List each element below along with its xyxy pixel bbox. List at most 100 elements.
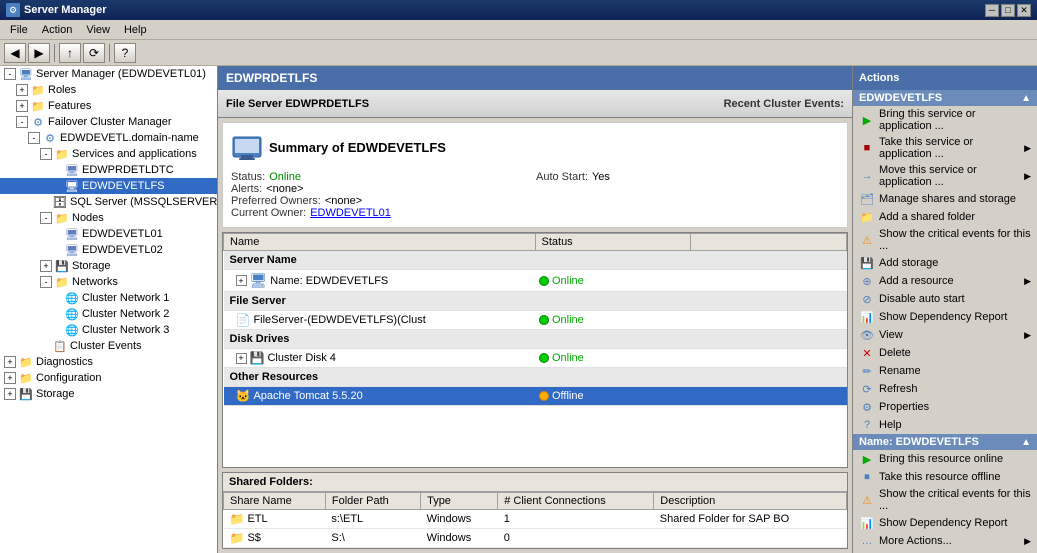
action-view[interactable]: 👁 View ▶ [853,326,1037,344]
resource-row-fileserver[interactable]: 📄 FileServer-(EDWDEVETLFS)(Clust Online [224,311,847,330]
tree-label-configuration: Configuration [36,372,101,384]
tree-item-sqlserver[interactable]: 🗄 SQL Server (MSSQLSERVER) [0,194,217,210]
tree-item-node2[interactable]: 🖥 EDWDEVETL02 [0,242,217,258]
action-bring-resource-online[interactable]: ▶ Bring this resource online [853,450,1037,468]
expand-icon-networks[interactable]: - [40,276,52,288]
expand-icon-diagnostics[interactable]: + [4,356,16,368]
back-button[interactable]: ◀ [4,43,26,63]
action-manage-shares[interactable]: 🗂 Manage shares and storage [853,190,1037,208]
action-show-critical-resource[interactable]: ⚠ Show the critical events for this ... [853,486,1037,514]
expand-icon-storage-top[interactable]: + [4,388,16,400]
action-rename[interactable]: ✏ Rename [853,362,1037,380]
tree-item-nodes[interactable]: - 📁 Nodes [0,210,217,226]
tree-item-root[interactable]: - 🖥 Server Manager (EDWDEVETL01) [0,66,217,82]
action-show-critical[interactable]: ⚠ Show the critical events for this ... [853,226,1037,254]
help-toolbar-button[interactable]: ? [114,43,136,63]
actions-section2-title[interactable]: Name: EDWDEVETLFS ▲ [853,434,1037,450]
expand-icon-root[interactable]: - [4,68,16,80]
expand-icon-domain[interactable]: - [28,132,40,144]
title-bar: ⚙ Server Manager ─ □ ✕ [0,0,1037,20]
action-show-critical-label: Show the critical events for this ... [879,228,1031,252]
action-show-dependency[interactable]: 📊 Show Dependency Report [853,308,1037,326]
tomcat-icon: 🐱 [236,389,251,403]
minimize-button[interactable]: ─ [985,4,999,17]
db-icon-sqlserver: 🗄 [52,195,68,209]
tree-item-networks[interactable]: - 📁 Networks [0,274,217,290]
actions-section1-title[interactable]: EDWDEVETLFS ▲ [853,90,1037,106]
action-delete[interactable]: ✕ Delete [853,344,1037,362]
add-resource-arrow: ▶ [1024,276,1031,287]
view-arrow: ▶ [1024,330,1031,341]
action-take-resource-offline[interactable]: ⏹ Take this resource offline [853,468,1037,486]
tree-item-storage-top[interactable]: + 💾 Storage [0,386,217,402]
tree-item-diagnostics[interactable]: + 📁 Diagnostics [0,354,217,370]
action-bring-service[interactable]: ▶ Bring this service or application ... [853,106,1037,134]
critical-resource-icon: ⚠ [859,493,875,507]
tree-item-node1[interactable]: 🖥 EDWDEVETL01 [0,226,217,242]
action-show-dependency-resource[interactable]: 📊 Show Dependency Report [853,514,1037,532]
refresh-toolbar-button[interactable]: ⟳ [83,43,105,63]
tree-item-edwdevetlfs[interactable]: 🖥 EDWDEVETLFS [0,178,217,194]
resource-row-servername[interactable]: + 🖥 Name: EDWDEVETLFS Online [224,270,847,292]
tree-item-net2[interactable]: 🌐 Cluster Network 2 [0,306,217,322]
tree-item-configuration[interactable]: + 📁 Configuration [0,370,217,386]
action-help[interactable]: ? Help [853,416,1037,434]
expand-server-name[interactable]: + [236,275,247,286]
tree-item-storage-cluster[interactable]: + 💾 Storage [0,258,217,274]
expand-icon-storage-cluster[interactable]: + [40,260,52,272]
tree-label-node1: EDWDEVETL01 [82,228,163,240]
expand-icon-nodes[interactable]: - [40,212,52,224]
folder-icon-nodes: 📁 [54,211,70,225]
expand-disk[interactable]: + [236,353,247,364]
fileserver-text: FileServer-(EDWDEVETLFS)(Clust [253,314,425,326]
tree-item-failover[interactable]: - ⚙ Failover Cluster Manager [0,114,217,130]
action-add-storage[interactable]: 💾 Add storage [853,254,1037,272]
expand-icon-configuration[interactable]: + [4,372,16,384]
tree-item-services[interactable]: - 📁 Services and applications [0,146,217,162]
tree-item-net3[interactable]: 🌐 Cluster Network 3 [0,322,217,338]
close-button[interactable]: ✕ [1017,4,1031,17]
expand-icon-failover[interactable]: - [16,116,28,128]
action-add-resource[interactable]: ⊕ Add a resource ▶ [853,272,1037,290]
owner-value[interactable]: EDWDEVETL01 [310,207,391,219]
action-more-actions[interactable]: … More Actions... ▶ [853,532,1037,550]
action-add-shared-folder[interactable]: 📁 Add a shared folder [853,208,1037,226]
action-take-service[interactable]: ■ Take this service or application ... ▶ [853,134,1037,162]
cluster-icon-domain: ⚙ [42,131,58,145]
resource-row-disk[interactable]: + 💾 Cluster Disk 4 Online [224,349,847,368]
expand-icon-services[interactable]: - [40,148,52,160]
menu-action[interactable]: Action [36,22,79,38]
expand-icon-roles[interactable]: + [16,84,28,96]
resource-row-tomcat[interactable]: 🐱 Apache Tomcat 5.5.20 Offline [224,387,847,406]
sf-row-etl[interactable]: 📁 ETL s:\ETL Windows 1 Shared Folder for… [224,509,847,529]
tree-item-edwprdtc[interactable]: 🖥 EDWPRDETLDTC [0,162,217,178]
menu-view[interactable]: View [80,22,116,38]
tree-item-domain[interactable]: - ⚙ EDWDEVETL.domain-name [0,130,217,146]
expand-icon-features[interactable]: + [16,100,28,112]
properties-icon: ⚙ [859,400,875,414]
tree-item-features[interactable]: + 📁 Features [0,98,217,114]
action-disable-autostart[interactable]: ⊘ Disable auto start [853,290,1037,308]
up-button[interactable]: ↑ [59,43,81,63]
menu-help[interactable]: Help [118,22,153,38]
status-label: Status: [231,171,265,183]
sf-row-s[interactable]: 📁 S$ S:\ Windows 0 [224,529,847,548]
tree-item-net1[interactable]: 🌐 Cluster Network 1 [0,290,217,306]
action-properties[interactable]: ⚙ Properties [853,398,1037,416]
action-refresh-label: Refresh [879,383,918,395]
storage-icon-cluster: 💾 [54,259,70,273]
action-refresh[interactable]: ⟳ Refresh [853,380,1037,398]
tree-label-roles: Roles [48,84,76,96]
help-icon: ? [859,418,875,432]
more-actions-arrow: ▶ [1024,536,1031,547]
action-move-service[interactable]: → Move this service or application ... ▶ [853,162,1037,190]
tree-item-roles[interactable]: + 📁 Roles [0,82,217,98]
maximize-button[interactable]: □ [1001,4,1015,17]
title-text: Server Manager [24,4,107,16]
menu-file[interactable]: File [4,22,34,38]
toolbar-sep2 [109,44,110,62]
tree-item-clusterevents[interactable]: 📋 Cluster Events [0,338,217,354]
section2-arrow-icon: ▲ [1021,437,1031,448]
summary-col1: Status: Online Alerts: <none> Preferred … [231,171,534,219]
forward-button[interactable]: ▶ [28,43,50,63]
